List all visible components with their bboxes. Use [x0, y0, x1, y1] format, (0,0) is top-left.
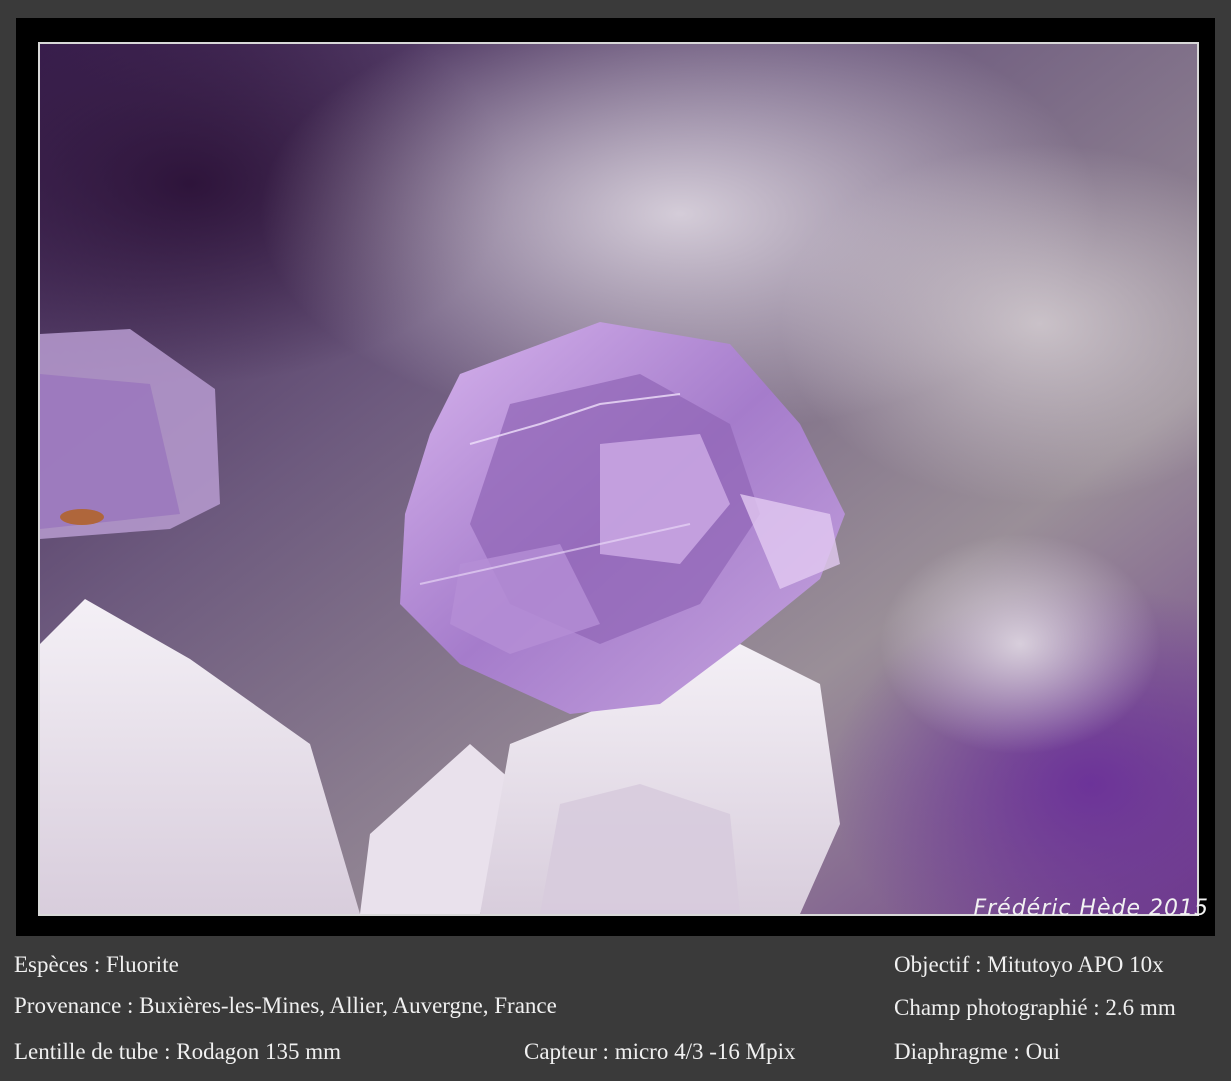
caption-capteur: Capteur : micro 4/3 -16 Mpix [524, 1039, 796, 1064]
caption-especes: Espèces : Fluorite [14, 952, 179, 977]
mineral-photo [40, 44, 1197, 914]
photo-border [38, 42, 1199, 916]
photo-credit: Frédéric Hède 2015 [973, 896, 1209, 921]
caption-diaphragme: Diaphragme : Oui [894, 1039, 1061, 1064]
caption-champ: Champ photographié : 2.6 mm [894, 995, 1176, 1020]
caption-lentille: Lentille de tube : Rodagon 135 mm [14, 1039, 342, 1064]
caption-objectif: Objectif : Mitutoyo APO 10x [894, 952, 1164, 977]
photo-frame [16, 18, 1215, 936]
caption-provenance: Provenance : Buxières-les-Mines, Allier,… [14, 993, 557, 1018]
